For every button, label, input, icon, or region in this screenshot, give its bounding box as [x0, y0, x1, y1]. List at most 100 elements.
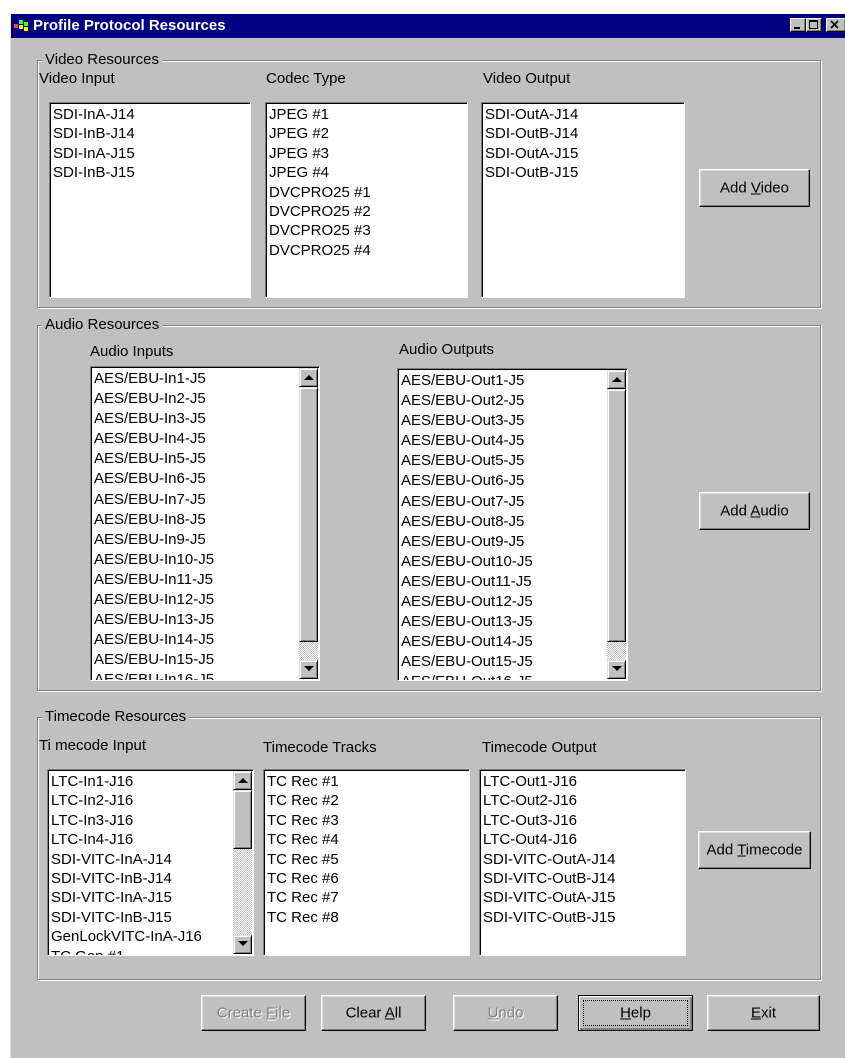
- list-item[interactable]: AES/EBU-In16-J5: [94, 670, 298, 680]
- list-item[interactable]: LTC-In3-J16: [51, 811, 232, 830]
- exit-button[interactable]: Exit: [707, 995, 820, 1031]
- list-item[interactable]: AES/EBU-Out1-J5: [401, 371, 606, 391]
- timecode-output-list[interactable]: LTC-Out1-J16 LTC-Out2-J16 LTC-Out3-J16 LTC-…: [479, 769, 686, 956]
- list-item[interactable]: JPEG #4: [269, 163, 467, 182]
- scroll-up-button[interactable]: [233, 771, 252, 790]
- scroll-down-button[interactable]: [233, 935, 252, 954]
- list-item[interactable]: GenLockVITC-InA-J16: [51, 927, 232, 946]
- list-item[interactable]: JPEG #2: [269, 124, 467, 143]
- list-item[interactable]: SDI-OutB-J14: [485, 124, 684, 143]
- audio-inputs-list[interactable]: AES/EBU-In1-J5 AES/EBU-In2-J5 AES/EBU-In3-…: [90, 366, 320, 681]
- list-item[interactable]: AES/EBU-Out9-J5: [401, 532, 606, 552]
- timecode-input-list[interactable]: LTC-In1-J16 LTC-In2-J16 LTC-In3-J16 LTC-In4…: [47, 769, 254, 956]
- clear-all-button[interactable]: Clear All: [321, 995, 426, 1031]
- list-item[interactable]: TC Gen #1: [51, 947, 232, 955]
- list-item[interactable]: LTC-Out1-J16: [483, 772, 685, 791]
- audio-inputs-scrollbar[interactable]: [299, 368, 318, 679]
- list-item[interactable]: SDI-VITC-InA-J14: [51, 850, 232, 869]
- help-button[interactable]: Help: [578, 995, 693, 1031]
- minimize-button[interactable]: [790, 18, 806, 32]
- list-item[interactable]: AES/EBU-Out11-J5: [401, 572, 606, 592]
- list-item[interactable]: AES/EBU-Out13-J5: [401, 612, 606, 632]
- list-item[interactable]: TC Rec #3: [267, 811, 469, 830]
- add-timecode-button[interactable]: Add Timecode: [698, 831, 811, 869]
- scroll-down-button[interactable]: [299, 660, 318, 679]
- list-item[interactable]: AES/EBU-Out7-J5: [401, 492, 606, 512]
- list-item[interactable]: AES/EBU-Out10-J5: [401, 552, 606, 572]
- list-item[interactable]: AES/EBU-In4-J5: [94, 429, 298, 449]
- video-output-list[interactable]: SDI-OutA-J14 SDI-OutB-J14 SDI-OutA-J15 SDI-…: [481, 102, 685, 298]
- list-item[interactable]: SDI-InA-J14: [53, 105, 250, 124]
- list-item[interactable]: LTC-Out4-J16: [483, 830, 685, 849]
- list-item[interactable]: AES/EBU-In13-J5: [94, 610, 298, 630]
- list-item[interactable]: DVCPRO25 #4: [269, 241, 467, 260]
- title-bar[interactable]: Profile Protocol Resources: [11, 14, 845, 38]
- list-item[interactable]: AES/EBU-In6-J5: [94, 469, 298, 489]
- list-item[interactable]: AES/EBU-In14-J5: [94, 630, 298, 650]
- list-item[interactable]: LTC-Out2-J16: [483, 791, 685, 810]
- list-item[interactable]: SDI-OutA-J14: [485, 105, 684, 124]
- list-item[interactable]: SDI-InB-J15: [53, 163, 250, 182]
- list-item[interactable]: DVCPRO25 #2: [269, 202, 467, 221]
- list-item[interactable]: AES/EBU-In2-J5: [94, 389, 298, 409]
- list-item[interactable]: AES/EBU-Out14-J5: [401, 632, 606, 652]
- list-item[interactable]: TC Rec #8: [267, 908, 469, 927]
- list-item[interactable]: DVCPRO25 #3: [269, 221, 467, 240]
- codec-type-list[interactable]: JPEG #1 JPEG #2 JPEG #3 JPEG #4 DVCPRO25 #1 D…: [265, 102, 468, 298]
- list-item[interactable]: AES/EBU-In15-J5: [94, 650, 298, 670]
- list-item[interactable]: SDI-VITC-OutA-J15: [483, 888, 685, 907]
- audio-outputs-scrollbar[interactable]: [607, 370, 626, 679]
- list-item[interactable]: AES/EBU-In8-J5: [94, 510, 298, 530]
- list-item[interactable]: SDI-VITC-OutA-J14: [483, 850, 685, 869]
- list-item[interactable]: LTC-In2-J16: [51, 791, 232, 810]
- list-item[interactable]: AES/EBU-In9-J5: [94, 530, 298, 550]
- list-item[interactable]: TC Rec #7: [267, 888, 469, 907]
- list-item[interactable]: SDI-OutA-J15: [485, 144, 684, 163]
- video-input-list[interactable]: SDI-InA-J14 SDI-InB-J14 SDI-InA-J15 SDI-InB…: [49, 102, 251, 298]
- list-item[interactable]: AES/EBU-Out12-J5: [401, 592, 606, 612]
- timecode-input-scrollbar[interactable]: [233, 771, 252, 954]
- close-button[interactable]: [826, 18, 845, 32]
- timecode-tracks-list[interactable]: TC Rec #1 TC Rec #2 TC Rec #3 TC Rec #4 TC R…: [263, 769, 470, 956]
- undo-button[interactable]: Undo: [453, 995, 558, 1031]
- list-item[interactable]: SDI-VITC-OutB-J15: [483, 908, 685, 927]
- list-item[interactable]: LTC-Out3-J16: [483, 811, 685, 830]
- list-item[interactable]: AES/EBU-Out8-J5: [401, 512, 606, 532]
- list-item[interactable]: DVCPRO25 #1: [269, 183, 467, 202]
- list-item[interactable]: SDI-OutB-J15: [485, 163, 684, 182]
- list-item[interactable]: TC Rec #1: [267, 772, 469, 791]
- scroll-up-button[interactable]: [299, 368, 318, 387]
- list-item[interactable]: AES/EBU-Out16-J5: [401, 672, 606, 680]
- list-item[interactable]: AES/EBU-In11-J5: [94, 570, 298, 590]
- list-item[interactable]: TC Rec #5: [267, 850, 469, 869]
- list-item[interactable]: LTC-In4-J16: [51, 830, 232, 849]
- app-icon[interactable]: [14, 19, 28, 33]
- scroll-thumb[interactable]: [607, 389, 626, 642]
- list-item[interactable]: SDI-InA-J15: [53, 144, 250, 163]
- list-item[interactable]: SDI-InB-J14: [53, 124, 250, 143]
- list-item[interactable]: AES/EBU-Out6-J5: [401, 471, 606, 491]
- list-item[interactable]: LTC-In1-J16: [51, 772, 232, 791]
- list-item[interactable]: JPEG #1: [269, 105, 467, 124]
- list-item[interactable]: AES/EBU-Out2-J5: [401, 391, 606, 411]
- add-audio-button[interactable]: Add Audio: [699, 492, 810, 530]
- scroll-up-button[interactable]: [607, 370, 626, 389]
- list-item[interactable]: TC Rec #6: [267, 869, 469, 888]
- scroll-down-button[interactable]: [607, 660, 626, 679]
- list-item[interactable]: SDI-VITC-OutB-J14: [483, 869, 685, 888]
- list-item[interactable]: SDI-VITC-InB-J15: [51, 908, 232, 927]
- list-item[interactable]: AES/EBU-In1-J5: [94, 369, 298, 389]
- list-item[interactable]: AES/EBU-Out5-J5: [401, 451, 606, 471]
- list-item[interactable]: AES/EBU-In12-J5: [94, 590, 298, 610]
- list-item[interactable]: TC Rec #4: [267, 830, 469, 849]
- list-item[interactable]: AES/EBU-In7-J5: [94, 490, 298, 510]
- add-video-button[interactable]: Add Video: [699, 169, 810, 207]
- list-item[interactable]: SDI-VITC-InA-J15: [51, 888, 232, 907]
- scroll-thumb[interactable]: [233, 790, 252, 849]
- list-item[interactable]: TC Rec #2: [267, 791, 469, 810]
- scroll-thumb[interactable]: [299, 387, 318, 642]
- list-item[interactable]: SDI-VITC-InB-J14: [51, 869, 232, 888]
- list-item[interactable]: AES/EBU-Out15-J5: [401, 652, 606, 672]
- list-item[interactable]: AES/EBU-In10-J5: [94, 550, 298, 570]
- list-item[interactable]: AES/EBU-In3-J5: [94, 409, 298, 429]
